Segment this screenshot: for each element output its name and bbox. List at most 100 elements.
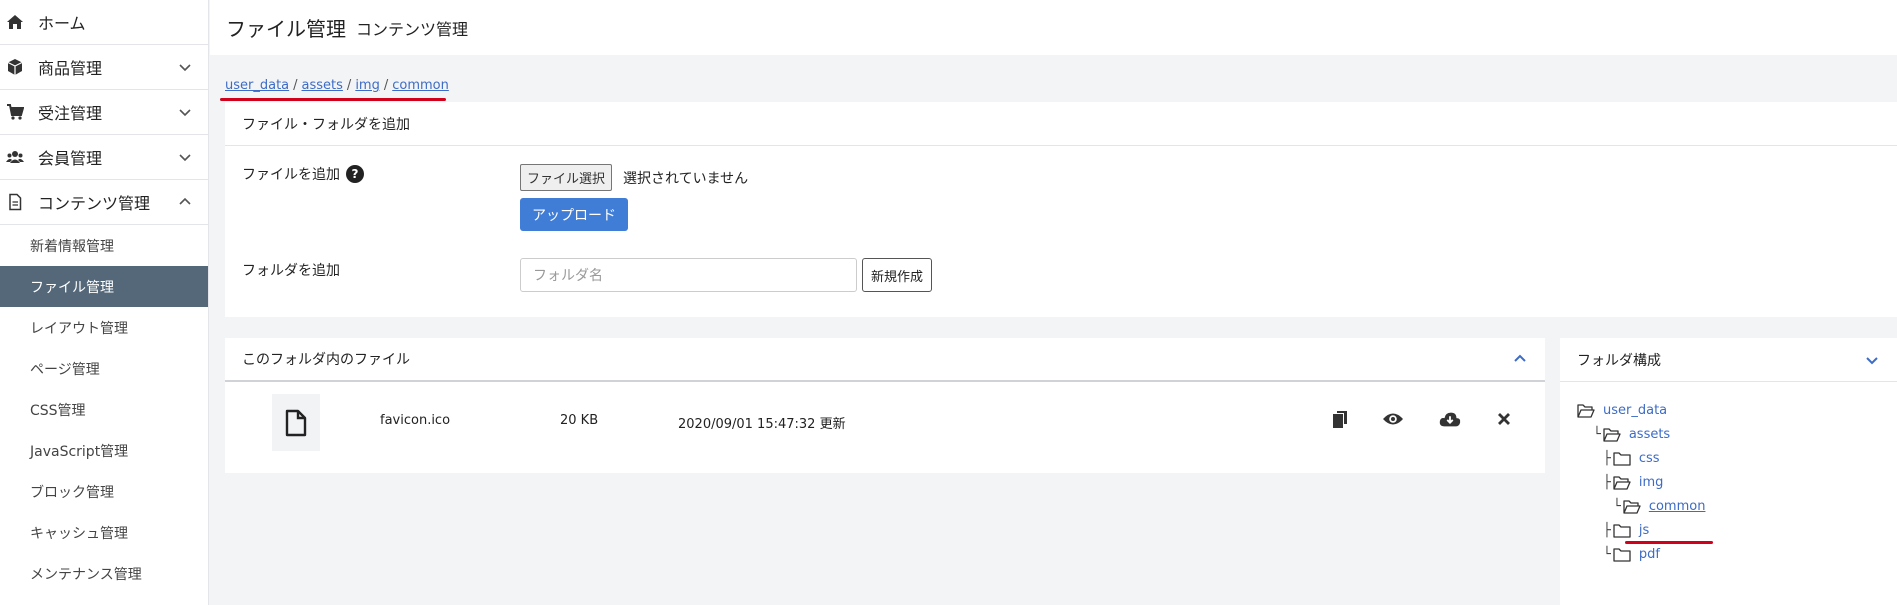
nav-item-home-label: ホーム [38,14,86,33]
eye-icon [1383,413,1403,425]
nav-item-home[interactable]: ホーム [0,0,208,45]
sidebar-item-files[interactable]: ファイル管理 [0,266,208,307]
tree-branch: ├ [1603,475,1611,490]
nav-item-members[interactable]: 会員管理 [0,135,208,180]
page-subtitle: コンテンツ管理 [356,19,469,39]
file-updated-date: 2020/09/01 15:47:32 更新 [678,417,846,432]
breadcrumb-separator: / [293,78,298,93]
folder-open-icon [1623,499,1641,514]
folder-icon [1613,523,1631,538]
breadcrumb-item-common[interactable]: common [392,78,449,93]
breadcrumb-item-assets[interactable]: assets [302,78,343,93]
tree-panel-header: フォルダ構成 [1560,338,1897,382]
folder-add-label: フォルダを追加 [242,263,340,279]
tree-item-user-data: user_data [1577,403,1667,418]
tree-panel-title: フォルダ構成 [1577,352,1661,369]
chevron-down-icon [179,64,191,72]
tree-branch: ├ [1603,523,1611,538]
file-add-label-row: ファイルを追加 ? [242,164,364,184]
breadcrumb: user_data / assets / img / common [225,78,449,93]
tree-link-user-data[interactable]: user_data [1603,403,1667,418]
nav-item-orders[interactable]: 受注管理 [0,90,208,135]
document-icon [9,193,22,211]
add-file-folder-panel: ファイル・フォルダを追加 ファイルを追加 ? ファイル選択 選択されていません … [225,102,1897,317]
files-panel-title: このフォルダ内のファイル [242,352,410,368]
chevron-down-icon [179,154,191,162]
file-size: 20 KB [560,413,599,428]
folder-tree-panel: フォルダ構成 user_data └ assets ├ css ├ img └ … [1560,338,1897,605]
delete-button[interactable] [1493,408,1515,430]
nav-submenu-contents: 新着情報管理 ファイル管理 レイアウト管理 ページ管理 CSS管理 JavaSc… [0,225,208,594]
download-button[interactable] [1439,408,1461,430]
nav-item-members-label: 会員管理 [38,149,103,168]
tree-highlight-line [1625,541,1713,544]
sidebar-item-cache[interactable]: キャッシュ管理 [0,512,208,553]
nav-item-orders-label: 受注管理 [38,104,103,123]
file-thumbnail [272,394,320,451]
copy-button[interactable] [1329,408,1351,430]
home-icon [7,15,23,29]
folder-open-icon [1613,475,1631,490]
nav-item-contents[interactable]: コンテンツ管理 [0,180,208,225]
breadcrumb-item-user-data[interactable]: user_data [225,78,289,93]
tree-branch: └ [1603,547,1611,562]
sidebar: ホーム 商品管理 受注管理 会員管理 コンテンツ管理 新着情報管理 ファイル管理… [0,0,209,605]
cart-icon [7,104,24,120]
breadcrumb-separator: / [346,78,352,93]
folder-name-input[interactable]: フォルダ名 [520,258,857,292]
tree-link-img[interactable]: img [1639,475,1664,490]
file-name: favicon.ico [380,413,451,428]
sidebar-item-blocks[interactable]: ブロック管理 [0,471,208,512]
files-panel-header: このフォルダ内のファイル [225,338,1545,382]
tree-item-js: ├ js [1603,523,1649,538]
sidebar-item-css[interactable]: CSS管理 [0,389,208,430]
tree-link-css[interactable]: css [1639,451,1660,466]
breadcrumb-item-img[interactable]: img [355,78,380,93]
chevron-up-icon [179,197,191,205]
folder-icon [1613,451,1631,466]
page-title: ファイル管理 [226,17,346,41]
file-select-button[interactable]: ファイル選択 [520,164,613,191]
upload-button[interactable]: アップロード [520,198,628,231]
tree-branch: ├ [1603,451,1611,466]
chevron-down-icon[interactable] [1865,353,1879,367]
tree-item-assets: └ assets [1593,427,1670,442]
sidebar-item-javascript[interactable]: JavaScript管理 [0,430,208,471]
breadcrumb-separator: / [383,78,389,93]
file-icon [285,409,307,436]
file-row: favicon.ico 20 KB 2020/09/01 15:47:32 更新 [225,384,1545,464]
tree-item-img: ├ img [1603,475,1663,490]
box-icon [7,59,23,75]
folder-open-icon [1603,427,1621,442]
create-folder-button[interactable]: 新規作成 [862,258,933,292]
tree-link-pdf[interactable]: pdf [1639,547,1660,562]
tree-branch: └ [1613,499,1621,514]
nav-item-products-label: 商品管理 [38,59,103,78]
sidebar-item-pages[interactable]: ページ管理 [0,348,208,389]
tree-link-js[interactable]: js [1639,523,1649,538]
help-icon[interactable]: ? [346,165,364,183]
breadcrumb-highlight-line [220,98,446,101]
file-select-status: 選択されていません [623,171,749,187]
nav-item-products[interactable]: 商品管理 [0,45,208,90]
users-icon [6,151,24,163]
file-add-label: ファイルを追加 [242,167,340,183]
tree-link-common[interactable]: common [1649,499,1706,514]
tree-item-common: └ common [1613,499,1705,514]
add-panel-title: ファイル・フォルダを追加 [225,102,1897,146]
sidebar-item-layout[interactable]: レイアウト管理 [0,307,208,348]
folder-files-panel: このフォルダ内のファイル favicon.ico 20 KB 2020/09/0… [225,338,1545,473]
sidebar-item-maintenance[interactable]: メンテナンス管理 [0,553,208,594]
tree-item-pdf: └ pdf [1603,547,1660,562]
chevron-down-icon [179,109,191,117]
close-icon [1498,413,1510,425]
view-button[interactable] [1382,408,1404,430]
sidebar-item-news[interactable]: 新着情報管理 [0,225,208,266]
page-header: ファイル管理 コンテンツ管理 [210,0,1897,55]
cloud-download-icon [1439,412,1461,426]
chevron-up-icon[interactable] [1513,352,1527,366]
tree-link-assets[interactable]: assets [1629,427,1670,442]
tree-item-css: ├ css [1603,451,1660,466]
tree-branch: └ [1593,427,1601,442]
nav-item-contents-label: コンテンツ管理 [38,194,151,213]
